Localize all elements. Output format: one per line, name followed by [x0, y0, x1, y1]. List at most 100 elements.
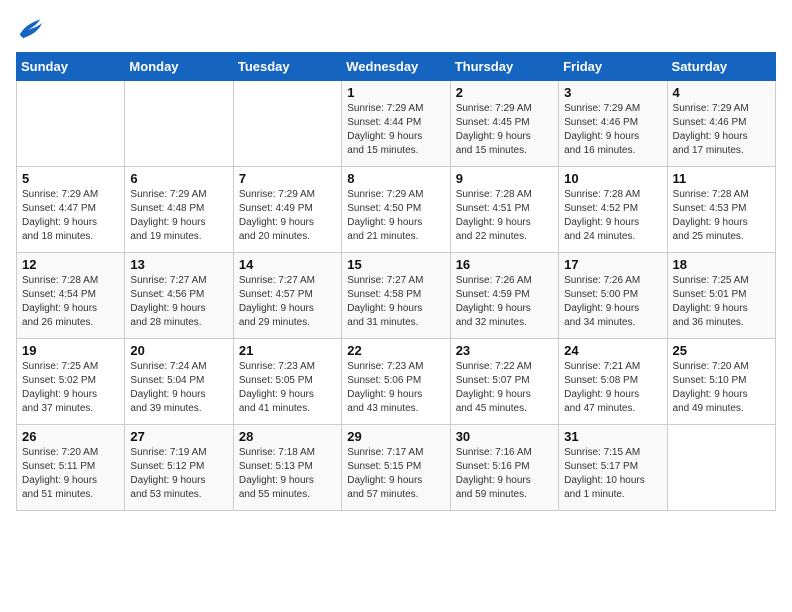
day-number: 31: [564, 429, 661, 444]
calendar-cell: 22 Sunrise: 7:23 AM Sunset: 5:06 PM Dayli…: [342, 339, 450, 425]
day-info: Sunrise: 7:29 AM Sunset: 4:47 PM Dayligh…: [22, 188, 119, 244]
day-number: 17: [564, 257, 661, 272]
calendar-cell: 17 Sunrise: 7:26 AM Sunset: 5:00 PM Dayli…: [559, 253, 667, 339]
day-number: 13: [130, 257, 227, 272]
day-info: Sunrise: 7:29 AM Sunset: 4:44 PM Dayligh…: [347, 102, 444, 158]
calendar-cell: [17, 81, 125, 167]
day-number: 20: [130, 343, 227, 358]
day-info: Sunrise: 7:28 AM Sunset: 4:52 PM Dayligh…: [564, 188, 661, 244]
day-info: Sunrise: 7:29 AM Sunset: 4:48 PM Dayligh…: [130, 188, 227, 244]
day-number: 12: [22, 257, 119, 272]
day-info: Sunrise: 7:28 AM Sunset: 4:51 PM Dayligh…: [456, 188, 553, 244]
day-info: Sunrise: 7:29 AM Sunset: 4:49 PM Dayligh…: [239, 188, 336, 244]
calendar-cell: 15 Sunrise: 7:27 AM Sunset: 4:58 PM Dayli…: [342, 253, 450, 339]
weekday-header-tuesday: Tuesday: [233, 53, 341, 81]
day-number: 27: [130, 429, 227, 444]
calendar-week-row: 1Sunrise: 7:29 AM Sunset: 4:44 PM Daylig…: [17, 81, 776, 167]
day-number: 24: [564, 343, 661, 358]
calendar-cell: 29Sunrise: 7:17 AM Sunset: 5:15 PM Dayli…: [342, 425, 450, 511]
calendar-cell: 12Sunrise: 7:28 AM Sunset: 4:54 PM Dayli…: [17, 253, 125, 339]
day-info: Sunrise: 7:24 AM Sunset: 5:04 PM Dayligh…: [130, 360, 227, 416]
calendar-cell: 26 Sunrise: 7:20 AM Sunset: 5:11 PM Dayli…: [17, 425, 125, 511]
calendar-cell: 14 Sunrise: 7:27 AM Sunset: 4:57 PM Dayli…: [233, 253, 341, 339]
day-info: Sunrise: 7:25 AM Sunset: 5:01 PM Dayligh…: [673, 274, 770, 330]
calendar-cell: 2 Sunrise: 7:29 AM Sunset: 4:45 PM Daylig…: [450, 81, 558, 167]
day-info: Sunrise: 7:18 AM Sunset: 5:13 PM Dayligh…: [239, 446, 336, 502]
calendar-week-row: 5 Sunrise: 7:29 AM Sunset: 4:47 PM Daylig…: [17, 167, 776, 253]
day-info: Sunrise: 7:28 AM Sunset: 4:53 PM Dayligh…: [673, 188, 770, 244]
day-info: Sunrise: 7:27 AM Sunset: 4:57 PM Dayligh…: [239, 274, 336, 330]
calendar-cell: 28 Sunrise: 7:18 AM Sunset: 5:13 PM Dayli…: [233, 425, 341, 511]
weekday-header-row: SundayMondayTuesdayWednesdayThursdayFrid…: [17, 53, 776, 81]
calendar-cell: 30 Sunrise: 7:16 AM Sunset: 5:16 PM Dayli…: [450, 425, 558, 511]
day-info: Sunrise: 7:26 AM Sunset: 5:00 PM Dayligh…: [564, 274, 661, 330]
calendar-cell: 6 Sunrise: 7:29 AM Sunset: 4:48 PM Daylig…: [125, 167, 233, 253]
day-number: 6: [130, 171, 227, 186]
calendar-cell: 1Sunrise: 7:29 AM Sunset: 4:44 PM Daylig…: [342, 81, 450, 167]
day-info: Sunrise: 7:23 AM Sunset: 5:05 PM Dayligh…: [239, 360, 336, 416]
day-info: Sunrise: 7:29 AM Sunset: 4:46 PM Dayligh…: [564, 102, 661, 158]
calendar-cell: 25Sunrise: 7:20 AM Sunset: 5:10 PM Dayli…: [667, 339, 775, 425]
calendar-cell: 4Sunrise: 7:29 AM Sunset: 4:46 PM Daylig…: [667, 81, 775, 167]
day-number: 3: [564, 85, 661, 100]
page-header: [16, 16, 776, 40]
weekday-header-friday: Friday: [559, 53, 667, 81]
day-number: 26: [22, 429, 119, 444]
day-info: Sunrise: 7:25 AM Sunset: 5:02 PM Dayligh…: [22, 360, 119, 416]
calendar-cell: [125, 81, 233, 167]
day-info: Sunrise: 7:16 AM Sunset: 5:16 PM Dayligh…: [456, 446, 553, 502]
logo: [16, 16, 48, 40]
calendar-week-row: 12Sunrise: 7:28 AM Sunset: 4:54 PM Dayli…: [17, 253, 776, 339]
day-number: 9: [456, 171, 553, 186]
day-info: Sunrise: 7:29 AM Sunset: 4:50 PM Dayligh…: [347, 188, 444, 244]
day-number: 23: [456, 343, 553, 358]
calendar-cell: 10 Sunrise: 7:28 AM Sunset: 4:52 PM Dayli…: [559, 167, 667, 253]
logo-bird-icon: [16, 16, 44, 40]
day-number: 30: [456, 429, 553, 444]
weekday-header-thursday: Thursday: [450, 53, 558, 81]
day-number: 8: [347, 171, 444, 186]
day-number: 25: [673, 343, 770, 358]
day-info: Sunrise: 7:26 AM Sunset: 4:59 PM Dayligh…: [456, 274, 553, 330]
day-info: Sunrise: 7:29 AM Sunset: 4:45 PM Dayligh…: [456, 102, 553, 158]
calendar-cell: 21 Sunrise: 7:23 AM Sunset: 5:05 PM Dayli…: [233, 339, 341, 425]
day-number: 19: [22, 343, 119, 358]
day-info: Sunrise: 7:21 AM Sunset: 5:08 PM Dayligh…: [564, 360, 661, 416]
day-number: 11: [673, 171, 770, 186]
calendar-cell: 13 Sunrise: 7:27 AM Sunset: 4:56 PM Dayli…: [125, 253, 233, 339]
calendar-cell: 8 Sunrise: 7:29 AM Sunset: 4:50 PM Daylig…: [342, 167, 450, 253]
day-number: 28: [239, 429, 336, 444]
day-number: 2: [456, 85, 553, 100]
day-number: 7: [239, 171, 336, 186]
calendar-week-row: 26 Sunrise: 7:20 AM Sunset: 5:11 PM Dayli…: [17, 425, 776, 511]
calendar-cell: 20 Sunrise: 7:24 AM Sunset: 5:04 PM Dayli…: [125, 339, 233, 425]
day-number: 14: [239, 257, 336, 272]
day-number: 5: [22, 171, 119, 186]
day-info: Sunrise: 7:27 AM Sunset: 4:56 PM Dayligh…: [130, 274, 227, 330]
day-info: Sunrise: 7:19 AM Sunset: 5:12 PM Dayligh…: [130, 446, 227, 502]
day-info: Sunrise: 7:23 AM Sunset: 5:06 PM Dayligh…: [347, 360, 444, 416]
day-number: 10: [564, 171, 661, 186]
day-number: 15: [347, 257, 444, 272]
calendar-cell: 3 Sunrise: 7:29 AM Sunset: 4:46 PM Daylig…: [559, 81, 667, 167]
calendar-cell: 5 Sunrise: 7:29 AM Sunset: 4:47 PM Daylig…: [17, 167, 125, 253]
calendar-cell: 31Sunrise: 7:15 AM Sunset: 5:17 PM Dayli…: [559, 425, 667, 511]
calendar-cell: 7 Sunrise: 7:29 AM Sunset: 4:49 PM Daylig…: [233, 167, 341, 253]
calendar-cell: [233, 81, 341, 167]
calendar-cell: 11 Sunrise: 7:28 AM Sunset: 4:53 PM Dayli…: [667, 167, 775, 253]
day-info: Sunrise: 7:22 AM Sunset: 5:07 PM Dayligh…: [456, 360, 553, 416]
day-info: Sunrise: 7:20 AM Sunset: 5:11 PM Dayligh…: [22, 446, 119, 502]
day-number: 21: [239, 343, 336, 358]
day-number: 22: [347, 343, 444, 358]
calendar-cell: 19 Sunrise: 7:25 AM Sunset: 5:02 PM Dayli…: [17, 339, 125, 425]
calendar-cell: 18Sunrise: 7:25 AM Sunset: 5:01 PM Dayli…: [667, 253, 775, 339]
calendar-cell: 27 Sunrise: 7:19 AM Sunset: 5:12 PM Dayli…: [125, 425, 233, 511]
weekday-header-sunday: Sunday: [17, 53, 125, 81]
calendar-week-row: 19 Sunrise: 7:25 AM Sunset: 5:02 PM Dayli…: [17, 339, 776, 425]
day-number: 29: [347, 429, 444, 444]
calendar-cell: 9 Sunrise: 7:28 AM Sunset: 4:51 PM Daylig…: [450, 167, 558, 253]
calendar-table: SundayMondayTuesdayWednesdayThursdayFrid…: [16, 52, 776, 511]
calendar-cell: [667, 425, 775, 511]
day-info: Sunrise: 7:27 AM Sunset: 4:58 PM Dayligh…: [347, 274, 444, 330]
weekday-header-monday: Monday: [125, 53, 233, 81]
